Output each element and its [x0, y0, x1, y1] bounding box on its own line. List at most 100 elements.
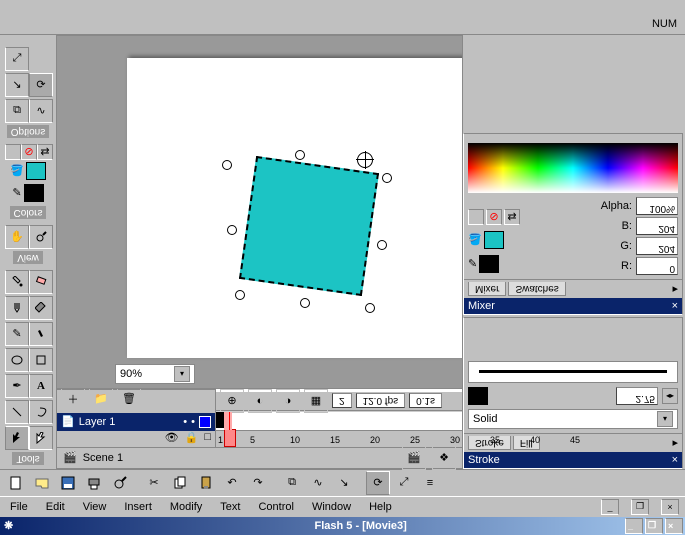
oval-tool[interactable]: [5, 348, 29, 372]
onion-skin-button[interactable]: ◐: [248, 389, 272, 413]
ink-bottle-tool[interactable]: [5, 296, 29, 320]
zoom-tool[interactable]: [29, 225, 53, 249]
mixer-stroke-swatch[interactable]: [479, 255, 499, 273]
menu-insert[interactable]: Insert: [120, 499, 156, 515]
copy-button[interactable]: [168, 471, 192, 495]
undo-button[interactable]: ↶: [220, 471, 244, 495]
stage[interactable]: 90% ▾: [56, 35, 463, 389]
menu-edit[interactable]: Edit: [42, 499, 69, 515]
stroke-weight-stepper[interactable]: ◂▸: [662, 388, 678, 404]
rotate-button[interactable]: ⟳: [366, 471, 390, 495]
mdi-restore-button[interactable]: ❐: [631, 499, 649, 515]
menu-window[interactable]: Window: [308, 499, 355, 515]
fill-none-button[interactable]: ⊘: [486, 209, 502, 225]
rotate-handle-tl[interactable]: [235, 290, 245, 300]
straighten-button[interactable]: ↘: [332, 471, 356, 495]
rotate-handle-mr[interactable]: [377, 240, 387, 250]
playhead[interactable]: [224, 429, 236, 447]
panel-menu-icon[interactable]: ▸: [672, 437, 678, 450]
swap-colors-button[interactable]: ⇄: [37, 144, 53, 160]
rotate-handle-ml[interactable]: [227, 225, 237, 235]
outline-icon[interactable]: □: [204, 431, 211, 447]
lock-icon[interactable]: 🔒: [185, 431, 199, 447]
rotate-handle-tr[interactable]: [365, 303, 375, 313]
eraser-tool[interactable]: [29, 270, 53, 294]
redo-button[interactable]: ↷: [246, 471, 270, 495]
center-frame-button[interactable]: ⊕: [220, 389, 244, 413]
edit-scene-button[interactable]: 🎬: [402, 446, 426, 470]
add-guide-button[interactable]: 📁: [89, 387, 113, 411]
menu-text[interactable]: Text: [216, 499, 244, 515]
menu-view[interactable]: View: [79, 499, 111, 515]
text-tool[interactable]: A: [29, 374, 53, 398]
subselect-tool[interactable]: [29, 426, 53, 450]
rotate-handle-bc[interactable]: [295, 150, 305, 160]
zoom-select[interactable]: 90% ▾: [115, 364, 195, 384]
dropper-tool[interactable]: [5, 270, 29, 294]
arrow-tool[interactable]: [5, 426, 29, 450]
brush-tool[interactable]: [29, 322, 53, 346]
rotate-handle-bl[interactable]: [222, 160, 232, 170]
print-button[interactable]: [82, 471, 106, 495]
no-color-button[interactable]: ⊘: [21, 144, 37, 160]
frame-track[interactable]: [216, 411, 462, 430]
edit-multiple-button[interactable]: ▦: [304, 389, 328, 413]
scale-button[interactable]: ⤢: [392, 471, 416, 495]
g-field[interactable]: 204: [658, 243, 675, 254]
menu-file[interactable]: File: [6, 499, 32, 515]
new-button[interactable]: [4, 471, 28, 495]
preview-button[interactable]: [108, 471, 132, 495]
rotate-option[interactable]: ⟳: [29, 73, 53, 97]
stroke-weight-field[interactable]: 2.75: [636, 393, 655, 404]
open-button[interactable]: [30, 471, 54, 495]
eye-icon[interactable]: 👁: [165, 431, 179, 447]
rotate-handle-br[interactable]: [382, 173, 392, 183]
menu-control[interactable]: Control: [254, 499, 297, 515]
frame-ruler[interactable]: 1 5 10 15 20 25 30 35 40 45: [216, 430, 462, 447]
smooth-button[interactable]: ∿: [306, 471, 330, 495]
scale-option[interactable]: ⤢: [5, 47, 29, 71]
r-field[interactable]: 0: [669, 263, 675, 274]
rectangle-tool[interactable]: [29, 348, 53, 372]
b-field[interactable]: 204: [658, 223, 675, 234]
alpha-field[interactable]: 100%: [649, 203, 675, 214]
fill-swatch[interactable]: [26, 162, 46, 180]
tab-swatches[interactable]: Swatches: [515, 283, 558, 294]
panel-close-icon[interactable]: ×: [672, 300, 678, 312]
pen-tool[interactable]: ✒: [5, 374, 29, 398]
panel-close-icon[interactable]: ×: [672, 454, 678, 466]
add-layer-button[interactable]: ＋: [61, 387, 85, 411]
edit-symbols-button[interactable]: ❖: [432, 446, 456, 470]
scene-name[interactable]: Scene 1: [83, 452, 123, 464]
paint-bucket-tool[interactable]: [29, 296, 53, 320]
lasso-tool[interactable]: [29, 400, 53, 424]
canvas[interactable]: [127, 58, 463, 358]
delete-layer-button[interactable]: 🗑: [117, 387, 141, 411]
stroke-swatch[interactable]: [24, 184, 44, 202]
layer-row[interactable]: 📄 Layer 1 • •: [57, 413, 215, 431]
mixer-fill-swatch[interactable]: [484, 231, 504, 249]
align-button[interactable]: ≡: [418, 471, 442, 495]
stroke-style-select[interactable]: Solid ▾: [468, 409, 678, 429]
menu-help[interactable]: Help: [365, 499, 396, 515]
mdi-close-button[interactable]: ×: [661, 499, 679, 515]
minimize-button[interactable]: _: [625, 518, 643, 534]
tab-mixer[interactable]: Mixer: [475, 283, 499, 294]
smooth-option[interactable]: ∿: [29, 99, 53, 123]
snap-option[interactable]: ⧉: [5, 99, 29, 123]
line-tool[interactable]: [5, 400, 29, 424]
selected-shape[interactable]: [239, 156, 379, 296]
fill-solid-button[interactable]: [468, 209, 484, 225]
straighten-option[interactable]: ↘: [5, 73, 29, 97]
save-button[interactable]: [56, 471, 80, 495]
stroke-color-swatch[interactable]: [468, 387, 488, 405]
maximize-button[interactable]: ❐: [645, 518, 663, 534]
cut-button[interactable]: ✂: [142, 471, 166, 495]
paste-button[interactable]: [194, 471, 218, 495]
hand-tool[interactable]: ✋: [5, 225, 29, 249]
menu-modify[interactable]: Modify: [166, 499, 206, 515]
rotate-handle-tc[interactable]: [300, 298, 310, 308]
mdi-minimize-button[interactable]: _: [601, 499, 619, 515]
pencil-tool[interactable]: ✎: [5, 322, 29, 346]
snap-button[interactable]: ⧉: [280, 471, 304, 495]
